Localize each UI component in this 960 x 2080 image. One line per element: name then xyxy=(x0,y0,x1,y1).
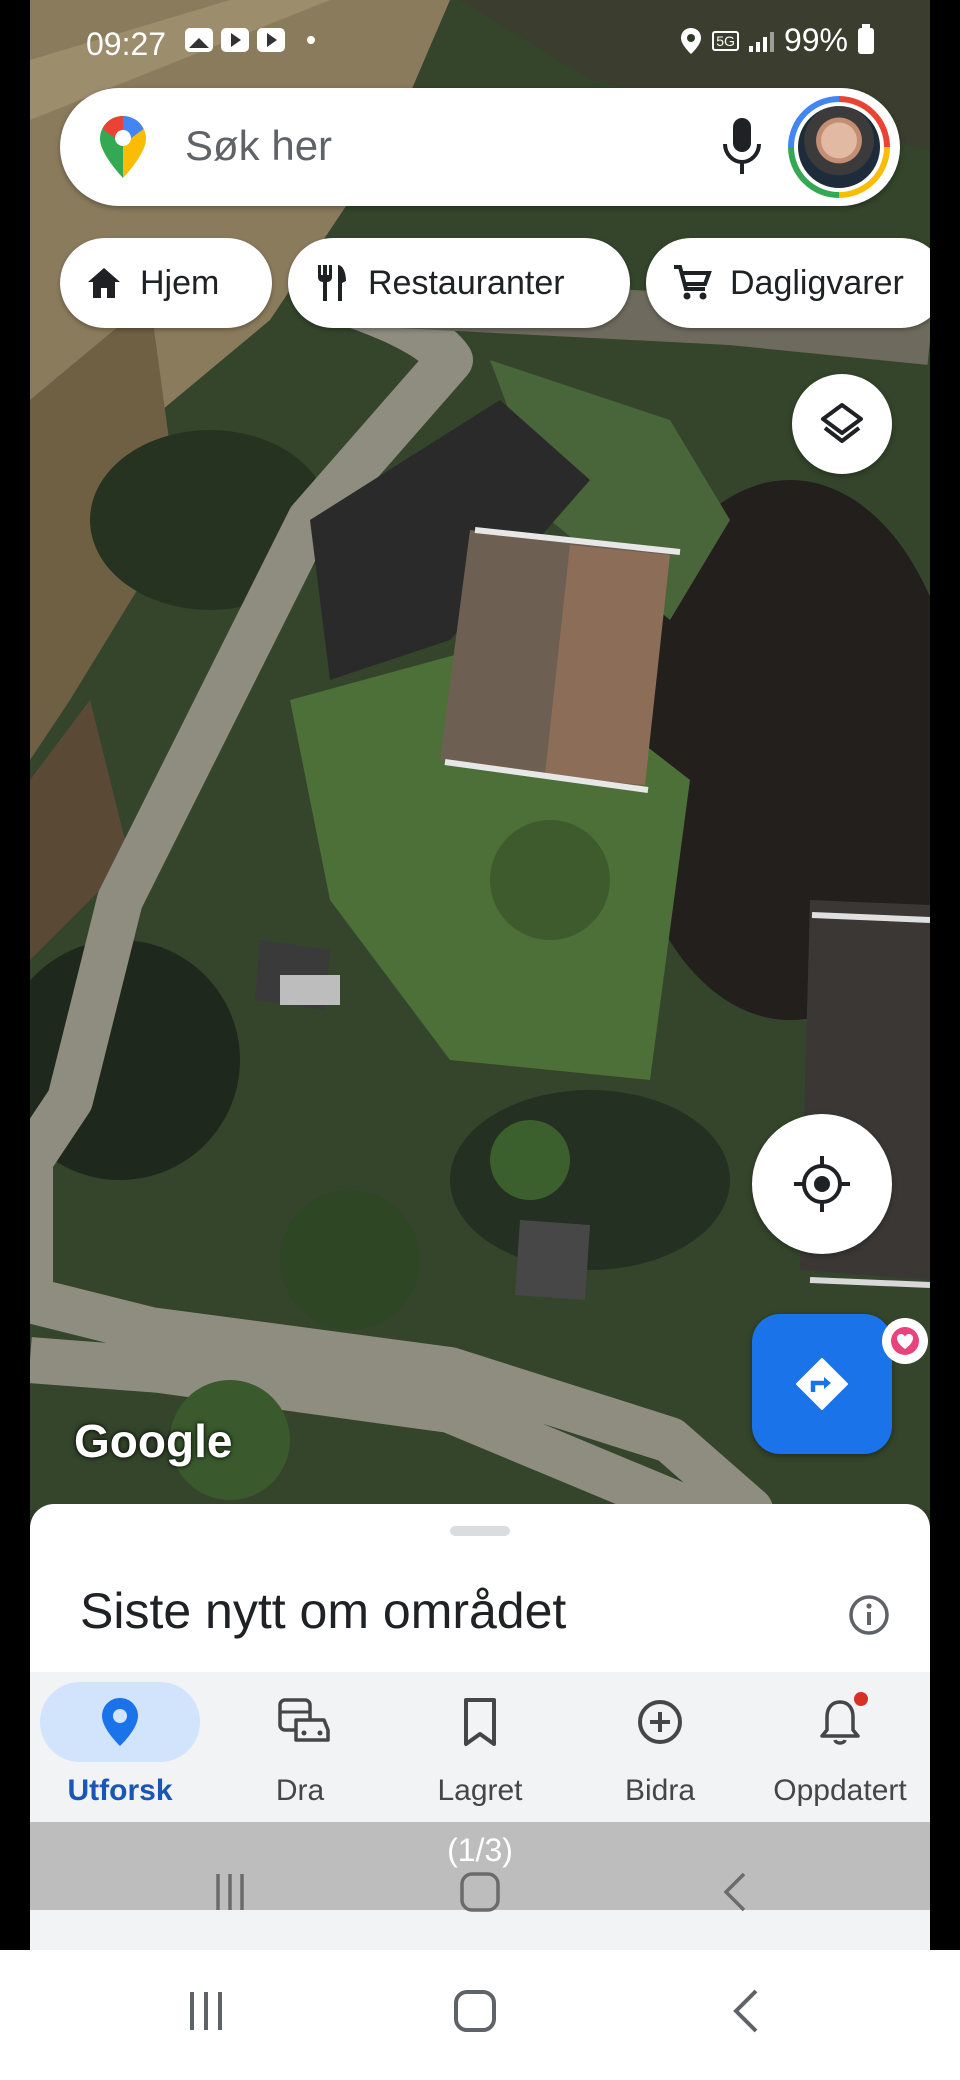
layers-icon xyxy=(821,403,863,443)
system-icons: 5G 99% xyxy=(680,22,874,59)
back-button[interactable] xyxy=(728,1986,762,2036)
search-input[interactable]: Søk her xyxy=(185,122,332,170)
nav-label: Utforsk xyxy=(67,1774,173,1807)
recent-apps-icon xyxy=(216,1874,244,1910)
avatar-photo xyxy=(794,102,884,192)
status-time: 09:27 xyxy=(86,26,167,62)
chip-restaurants[interactable]: Restauranter xyxy=(288,238,630,328)
cart-icon xyxy=(674,265,712,300)
more-notifications-icon xyxy=(307,36,315,44)
gallery-icon xyxy=(185,28,213,52)
phone-screen: 09:27 5G 99% Søk her Hjem Restauranter D… xyxy=(30,0,930,1950)
sheet-title: Siste nytt om området xyxy=(80,1583,567,1639)
system-navigation-bar xyxy=(0,1950,960,2080)
home-icon xyxy=(88,268,120,298)
pin-icon xyxy=(102,1698,138,1746)
directions-button[interactable] xyxy=(752,1314,892,1454)
recent-apps-button[interactable] xyxy=(184,1986,228,2036)
nav-label: Dra xyxy=(275,1774,325,1807)
battery-percent: 99% xyxy=(783,22,848,58)
sheet-drag-handle[interactable] xyxy=(450,1526,510,1536)
nav-label: Bidra xyxy=(624,1774,696,1807)
back-icon xyxy=(723,1872,746,1912)
satellite-imagery xyxy=(30,0,930,1510)
bottom-navigation: Utforsk Dra Lagret Bidra Oppdatert xyxy=(30,1672,930,1822)
youtube-icon xyxy=(257,28,285,52)
nav-commute[interactable]: Dra xyxy=(210,1672,390,1822)
commute-icon xyxy=(278,1698,330,1742)
google-attribution: Google xyxy=(74,1415,233,1467)
microphone-icon[interactable] xyxy=(720,116,764,178)
restaurant-icon xyxy=(318,265,346,301)
nav-explore[interactable]: Utforsk xyxy=(30,1672,210,1822)
notification-icons xyxy=(185,28,315,52)
nav-contribute[interactable]: Bidra xyxy=(570,1672,750,1822)
nav-label: Oppdatert xyxy=(773,1774,907,1807)
my-location-icon xyxy=(794,1156,850,1212)
signal-icon xyxy=(748,30,774,52)
chip-label: Hjem xyxy=(140,263,220,302)
chip-groceries[interactable]: Dagligvarer xyxy=(646,238,930,328)
nav-label: Lagret xyxy=(437,1774,523,1807)
battery-icon xyxy=(858,23,874,54)
heart-icon xyxy=(891,1327,919,1355)
layers-button[interactable] xyxy=(792,374,892,474)
status-bar: 09:27 5G 99% xyxy=(30,0,930,86)
profile-avatar[interactable] xyxy=(788,96,890,198)
nav-saved[interactable]: Lagret xyxy=(390,1672,570,1822)
notification-dot xyxy=(854,1692,868,1706)
directions-icon xyxy=(796,1358,848,1410)
location-icon xyxy=(681,27,702,54)
overlay-strip xyxy=(30,1910,930,1950)
info-icon[interactable] xyxy=(848,1594,890,1636)
chip-label: Dagligvarer xyxy=(730,263,904,302)
search-bar[interactable]: Søk her xyxy=(60,88,900,206)
chip-label: Restauranter xyxy=(368,263,565,302)
youtube-icon xyxy=(221,28,249,52)
nav-updates[interactable]: Oppdatert xyxy=(750,1672,930,1822)
favorite-badge[interactable] xyxy=(882,1318,928,1364)
google-maps-pin-icon xyxy=(100,116,146,178)
satellite-map[interactable] xyxy=(30,0,930,1510)
my-location-button[interactable] xyxy=(752,1114,892,1254)
home-button[interactable] xyxy=(452,1986,498,2036)
chip-home[interactable]: Hjem xyxy=(60,238,272,328)
home-button-icon xyxy=(460,1872,500,1912)
network-type: 5G xyxy=(712,30,739,51)
bottom-sheet[interactable]: Siste nytt om området xyxy=(30,1504,930,1674)
bookmark-icon xyxy=(464,1698,496,1746)
add-circle-icon xyxy=(638,1700,682,1744)
page-counter: (1/3) xyxy=(447,1832,513,1868)
